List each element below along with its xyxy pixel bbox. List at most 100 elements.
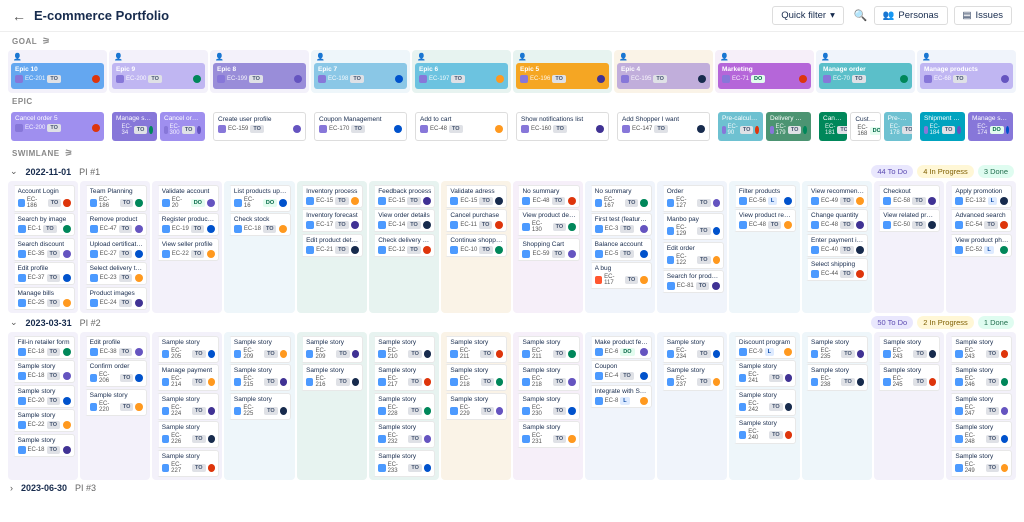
story-card[interactable]: Edit product details EC-21 TO (300, 234, 363, 257)
story-card[interactable]: Search by image EC-1 TO (12, 213, 75, 236)
epic-card[interactable]: Pre-call phone SLA EC-178 TO (884, 112, 912, 141)
story-card[interactable]: Feedback process EC-15 TO (372, 185, 435, 208)
story-card[interactable]: Fill-in retailer form EC-18 TO (12, 336, 75, 359)
chevron-icon[interactable]: › (10, 483, 13, 493)
goal-card[interactable]: Manage products EC-68 TO (920, 63, 1013, 89)
story-card[interactable]: Remove product EC-47 TO (84, 213, 147, 236)
story-card[interactable]: Edit profile EC-37 TO (12, 262, 75, 285)
chevron-icon[interactable]: ⌄ (10, 317, 18, 328)
story-card[interactable]: Select shipping EC-44 TO (805, 258, 868, 281)
goal-card[interactable]: Epic 10 EC-201 TO (11, 63, 104, 89)
story-card[interactable]: View order details EC-14 TO (372, 209, 435, 232)
goal-card[interactable]: Epic 6 EC-197 TO (415, 63, 508, 89)
epic-card[interactable]: Create user profile EC-159 TO (213, 112, 306, 141)
story-card[interactable]: Upload certificates EC-27 TO (84, 238, 147, 261)
story-card[interactable]: Sample story EC-226 TO (156, 421, 219, 448)
epic-card[interactable]: Manage shipment EC-174 DO (968, 112, 1013, 141)
story-card[interactable]: Search discount EC-35 TO (12, 238, 75, 261)
story-card[interactable]: Sample story EC-205 TO (156, 336, 219, 363)
epic-card[interactable]: Cancel order 5 EC-200 TO (11, 112, 104, 141)
story-card[interactable]: Sample story EC-247 TO (949, 393, 1012, 420)
story-card[interactable]: View related products EC-50 TO (877, 209, 940, 232)
story-card[interactable]: Sample story EC-229 TO (444, 393, 507, 420)
story-card[interactable]: Coupon EC-4 TO (589, 360, 652, 383)
story-card[interactable]: Check delivery status EC-12 TO (372, 234, 435, 257)
goal-card[interactable]: Epic 9 EC-200 TO (112, 63, 205, 89)
story-card[interactable]: Integrate with SNS EC-8 L (589, 385, 652, 408)
story-card[interactable]: No summary EC-48 TO (516, 185, 579, 208)
story-card[interactable]: Apply promotion EC-132 L (949, 185, 1012, 208)
story-card[interactable]: First test (feature 1) EC-3 TO (589, 213, 652, 236)
story-card[interactable]: Account Login EC-186 TO (12, 185, 75, 212)
story-card[interactable]: Sample story EC-216 TO (300, 364, 363, 391)
story-card[interactable]: Sample story EC-233 TO (372, 450, 435, 477)
story-card[interactable]: Sample story EC-242 TO (733, 389, 796, 416)
epic-card[interactable]: Add to cart EC-48 TO (415, 112, 508, 141)
story-card[interactable]: Select delivery time EC-23 TO (84, 262, 147, 285)
story-card[interactable]: Checkout EC-58 TO (877, 185, 940, 208)
story-card[interactable]: Continue shopping EC-10 TO (444, 234, 507, 257)
search-icon[interactable]: 🔍 (854, 9, 868, 22)
story-card[interactable]: Sample story EC-235 TO (805, 336, 868, 363)
story-card[interactable]: Change quantity EC-48 TO (805, 209, 868, 232)
story-card[interactable]: Filter products EC-56 L (733, 185, 796, 208)
epic-card[interactable]: Show notifications list EC-160 TO (516, 112, 609, 141)
story-card[interactable]: Sample story EC-18 TO (12, 434, 75, 457)
story-card[interactable]: Sample story EC-240 TO (733, 417, 796, 444)
story-card[interactable]: View recommended EC-49 TO (805, 185, 868, 208)
epic-card[interactable]: Cancel order 2 EC-300 TO (160, 112, 205, 141)
filter-icon[interactable]: ⚞ (42, 36, 51, 47)
story-card[interactable]: Sample story EC-230 TO (516, 393, 579, 420)
story-card[interactable]: Sample story EC-211 TO (444, 336, 507, 363)
story-card[interactable]: Enter payment info EC-40 TO (805, 234, 868, 257)
story-card[interactable]: Check stock EC-18 TO (228, 213, 291, 236)
epic-card[interactable]: Manage shipping EC-34 TO (112, 112, 157, 141)
story-card[interactable]: Manage bills EC-25 TO (12, 287, 75, 310)
story-card[interactable]: Sample story EC-246 TO (949, 364, 1012, 391)
goal-card[interactable]: Manage order EC-70 TO (819, 63, 912, 89)
story-card[interactable]: Shopping Cart EC-59 TO (516, 238, 579, 261)
story-card[interactable]: A bug EC-117 TO (589, 262, 652, 289)
goal-card[interactable]: Marketing EC-71 DO (718, 63, 811, 89)
story-card[interactable]: Sample story EC-225 TO (228, 393, 291, 420)
quick-filter-button[interactable]: Quick filter▾ (772, 6, 844, 25)
goal-card[interactable]: Epic 8 EC-199 TO (213, 63, 306, 89)
story-card[interactable]: Sample story EC-249 TO (949, 450, 1012, 477)
story-card[interactable]: Search for product EC-81 TO (661, 270, 724, 293)
swimlane-header[interactable]: ⌄ 2022-11-01 PI #1 44 To Do 4 In Progres… (0, 162, 1024, 181)
swimlane-header[interactable]: › 2023-06-30 PI #3 (0, 480, 1024, 496)
story-card[interactable]: Sample story EC-248 TO (949, 421, 1012, 448)
story-card[interactable]: Sample story EC-243 TO (949, 336, 1012, 363)
story-card[interactable]: Sample story EC-228 TO (372, 393, 435, 420)
story-card[interactable]: List products updated EC-16 DO (228, 185, 291, 212)
story-card[interactable]: Sample story EC-232 TO (372, 421, 435, 448)
story-card[interactable]: Sample story EC-238 TO (805, 364, 868, 391)
story-card[interactable]: Sample story EC-209 TO (228, 336, 291, 363)
story-card[interactable]: View product reviews EC-48 TO (733, 209, 796, 232)
story-card[interactable]: Discount program EC-9 L (733, 336, 796, 359)
goal-card[interactable]: Epic 5 EC-196 TO (516, 63, 609, 89)
story-card[interactable]: Sample story EC-20 TO (12, 385, 75, 408)
story-card[interactable]: Manbo pay EC-129 TO (661, 213, 724, 240)
story-card[interactable]: Sample story EC-210 TO (372, 336, 435, 363)
story-card[interactable]: Make product featured EC-6 DO (589, 336, 652, 359)
story-card[interactable]: Cancel purchase EC-11 TO (444, 209, 507, 232)
story-card[interactable]: Edit order EC-122 TO (661, 242, 724, 269)
epic-card[interactable]: Shipment management EC-184 TO (920, 112, 965, 141)
story-card[interactable]: View product details EC-130 TO (516, 209, 579, 236)
story-card[interactable]: Manage payment EC-214 TO (156, 364, 219, 391)
story-card[interactable]: Sample story EC-224 TO (156, 393, 219, 420)
back-button[interactable]: ← (12, 8, 26, 24)
story-card[interactable]: View seller profile EC-22 TO (156, 238, 219, 261)
story-card[interactable]: Sample story EC-218 TO (516, 364, 579, 391)
personas-button[interactable]: 👥Personas (874, 6, 948, 25)
story-card[interactable]: Sample story EC-237 TO (661, 364, 724, 391)
story-card[interactable]: Sample story EC-215 TO (228, 364, 291, 391)
epic-card[interactable]: Coupon Management EC-170 TO (314, 112, 407, 141)
epic-card[interactable]: Pre-calculation EC-90 TO (718, 112, 763, 141)
story-card[interactable]: Team Planning EC-186 TO (84, 185, 147, 212)
epic-card[interactable]: Add Shopper I want EC-147 TO (617, 112, 710, 141)
filter-icon[interactable]: ⚞ (65, 148, 74, 159)
story-card[interactable]: Sample story EC-245 TO (877, 364, 940, 391)
story-card[interactable]: Validate account EC-20 DO (156, 185, 219, 212)
